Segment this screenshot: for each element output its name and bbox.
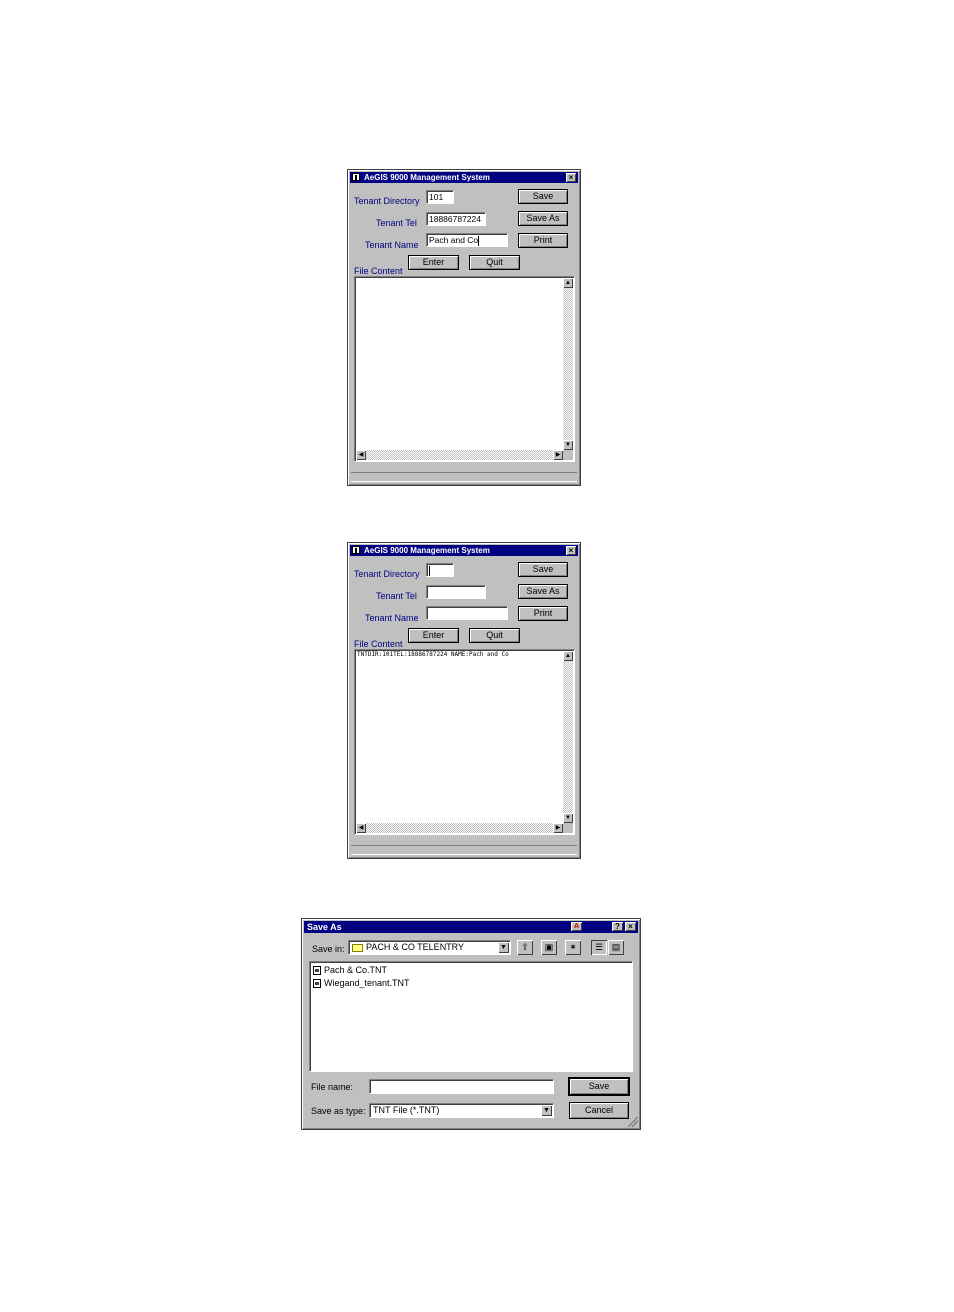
management-window-2: AeGIS 9000 Management System × Tenant Di… — [347, 542, 581, 859]
chevron-down-icon[interactable]: ▼ — [541, 1105, 552, 1116]
folder-icon — [352, 943, 363, 952]
save-in-value: PACH & CO TELENTRY — [366, 942, 465, 952]
file-item[interactable]: Wiegand_tenant.TNT — [313, 978, 410, 989]
list-view-icon[interactable]: ☰ — [591, 940, 607, 955]
close-button[interactable]: × — [566, 546, 576, 555]
text-cursor — [478, 235, 480, 246]
print-button[interactable]: Print — [518, 233, 568, 248]
save-in-label: Save in: — [312, 944, 345, 954]
scroll-right-icon[interactable]: ▶ — [553, 823, 563, 833]
file-name-input[interactable] — [369, 1079, 554, 1094]
tenant-directory-label: Tenant Directory — [354, 569, 420, 579]
title-bar[interactable]: AeGIS 9000 Management System × — [350, 545, 578, 556]
file-name: Wiegand_tenant.TNT — [324, 978, 410, 988]
save-button[interactable]: Save — [518, 562, 568, 577]
save-as-type-label: Save as type: — [311, 1106, 366, 1116]
save-as-button[interactable]: Save As — [518, 211, 568, 226]
quit-button[interactable]: Quit — [469, 255, 520, 270]
tenant-name-value: Pach and Co — [429, 235, 479, 245]
save-as-button[interactable]: Save As — [518, 584, 568, 599]
file-content-label: File Content — [354, 266, 403, 276]
tenant-name-label: Tenant Name — [365, 613, 419, 623]
save-as-type-value: TNT File (*.TNT) — [373, 1105, 440, 1115]
details-view-icon[interactable]: ▤ — [608, 940, 624, 955]
app-badge-icon: A — [571, 922, 582, 931]
new-folder-icon[interactable]: ✶ — [565, 940, 581, 955]
tenant-directory-input[interactable] — [426, 563, 454, 577]
file-item[interactable]: Pach & Co.TNT — [313, 965, 388, 976]
window-title: AeGIS 9000 Management System — [364, 546, 490, 555]
scroll-corner — [563, 450, 573, 460]
window-title: AeGIS 9000 Management System — [364, 173, 490, 182]
file-content-textarea[interactable]: ▲ ▼ ◀ ▶ — [354, 276, 575, 462]
tenant-directory-input[interactable]: 101 — [426, 190, 454, 204]
dialog-title: Save As — [307, 922, 342, 932]
text-cursor — [429, 565, 430, 576]
scroll-down-icon[interactable]: ▼ — [563, 440, 573, 450]
file-content-text: TNTDIR:101TEL:18886787224 NAME:Pach and … — [357, 651, 509, 658]
scroll-up-icon[interactable]: ▲ — [563, 651, 573, 661]
tnt-file-icon — [313, 979, 321, 989]
vertical-scrollbar[interactable]: ▲ ▼ — [563, 651, 573, 823]
management-window-1: AeGIS 9000 Management System × Tenant Di… — [347, 169, 581, 486]
desktop-icon[interactable]: ▣ — [541, 940, 557, 955]
tenant-name-input[interactable]: Pach and Co — [426, 233, 508, 247]
horizontal-scrollbar[interactable]: ◀ ▶ — [356, 823, 563, 833]
close-button[interactable]: × — [566, 173, 576, 182]
tenant-tel-input[interactable]: 18886787224 — [426, 212, 486, 226]
help-button[interactable]: ? — [612, 922, 623, 931]
close-button[interactable]: × — [625, 922, 636, 931]
scroll-down-icon[interactable]: ▼ — [563, 813, 573, 823]
scroll-right-icon[interactable]: ▶ — [553, 450, 563, 460]
cancel-button[interactable]: Cancel — [569, 1102, 629, 1119]
print-button[interactable]: Print — [518, 606, 568, 621]
enter-button[interactable]: Enter — [408, 628, 459, 643]
tenant-directory-label: Tenant Directory — [354, 196, 420, 206]
vertical-scrollbar[interactable]: ▲ ▼ — [563, 278, 573, 450]
horizontal-scrollbar[interactable]: ◀ ▶ — [356, 450, 563, 460]
tenant-tel-label: Tenant Tel — [376, 218, 417, 228]
file-content-textarea[interactable]: TNTDIR:101TEL:18886787224 NAME:Pach and … — [354, 649, 575, 835]
resize-grip-icon[interactable] — [628, 1117, 638, 1127]
scroll-up-icon[interactable]: ▲ — [563, 278, 573, 288]
file-list[interactable]: Pach & Co.TNT Wiegand_tenant.TNT — [309, 961, 633, 1072]
scroll-left-icon[interactable]: ◀ — [356, 823, 366, 833]
save-as-type-dropdown[interactable]: TNT File (*.TNT) ▼ — [369, 1103, 554, 1118]
save-button[interactable]: Save — [569, 1078, 629, 1095]
save-in-dropdown[interactable]: PACH & CO TELENTRY ▼ — [348, 940, 511, 955]
file-content-label: File Content — [354, 639, 403, 649]
tenant-name-input[interactable] — [426, 606, 508, 620]
save-button[interactable]: Save — [518, 189, 568, 204]
up-folder-icon[interactable]: ⇧ — [517, 940, 533, 955]
status-bar — [351, 472, 577, 482]
tnt-file-icon — [313, 966, 321, 976]
app-icon — [352, 173, 360, 181]
status-bar — [351, 845, 577, 855]
quit-button[interactable]: Quit — [469, 628, 520, 643]
save-in-display: PACH & CO TELENTRY — [352, 941, 464, 954]
file-name: Pach & Co.TNT — [324, 965, 388, 975]
tenant-name-label: Tenant Name — [365, 240, 419, 250]
title-bar[interactable]: Save As A ? × — [304, 921, 638, 933]
save-as-dialog: Save As A ? × Save in: PACH & CO TELENTR… — [301, 918, 641, 1130]
file-name-label: File name: — [311, 1082, 354, 1092]
scroll-left-icon[interactable]: ◀ — [356, 450, 366, 460]
app-icon — [352, 546, 360, 554]
title-bar[interactable]: AeGIS 9000 Management System × — [350, 172, 578, 183]
chevron-down-icon[interactable]: ▼ — [498, 942, 509, 953]
tenant-tel-input[interactable] — [426, 585, 486, 599]
tenant-tel-label: Tenant Tel — [376, 591, 417, 601]
enter-button[interactable]: Enter — [408, 255, 459, 270]
scroll-corner — [563, 823, 573, 833]
